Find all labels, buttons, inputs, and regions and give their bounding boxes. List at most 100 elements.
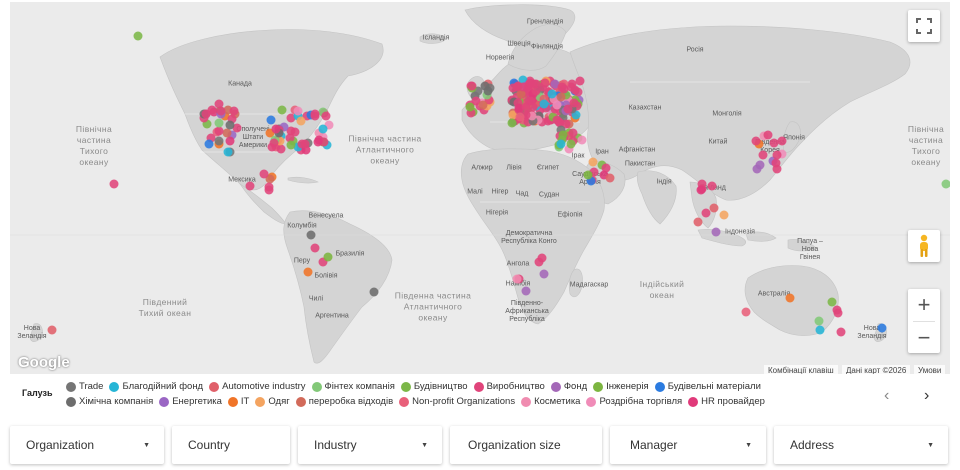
- map-marker[interactable]: [271, 124, 281, 134]
- legend-item[interactable]: Trade: [66, 381, 103, 392]
- filter-manager[interactable]: Manager ▼: [610, 426, 766, 464]
- map-marker[interactable]: [286, 140, 296, 150]
- map-marker[interactable]: [222, 128, 232, 138]
- legend-item[interactable]: IT: [227, 396, 249, 407]
- map-marker[interactable]: [552, 100, 562, 110]
- legend-item[interactable]: Фонд: [550, 381, 587, 392]
- map-marker[interactable]: [512, 82, 522, 92]
- legend-item[interactable]: Хімічна компанія: [66, 396, 153, 407]
- map-marker[interactable]: [313, 137, 323, 147]
- legend-item[interactable]: Енергетика: [159, 396, 222, 407]
- map-marker[interactable]: [547, 89, 557, 99]
- map-marker[interactable]: [214, 136, 224, 146]
- map-marker[interactable]: [269, 138, 279, 148]
- map-marker[interactable]: [225, 120, 235, 130]
- legend-item[interactable]: переробка відходів: [295, 396, 393, 407]
- terms-link[interactable]: Умови: [914, 365, 946, 374]
- map-marker[interactable]: [941, 179, 950, 189]
- legend-item[interactable]: Інженерія: [593, 381, 649, 392]
- map-marker[interactable]: [310, 111, 320, 121]
- legend-item[interactable]: Косметика: [521, 396, 580, 407]
- filter-organization[interactable]: Organization ▼: [10, 426, 164, 464]
- map-marker[interactable]: [264, 182, 274, 192]
- map-marker[interactable]: [771, 158, 781, 168]
- map-marker[interactable]: [300, 139, 310, 149]
- map-marker[interactable]: [777, 136, 787, 146]
- map-marker[interactable]: [133, 31, 143, 41]
- map-marker[interactable]: [575, 76, 585, 86]
- legend-item[interactable]: Благодійний фонд: [109, 381, 203, 392]
- map-marker[interactable]: [827, 297, 837, 307]
- map-marker[interactable]: [229, 106, 239, 116]
- map-marker[interactable]: [540, 78, 550, 88]
- map-marker[interactable]: [321, 111, 331, 121]
- map-marker[interactable]: [214, 118, 224, 128]
- legend-item[interactable]: Non-profit Organizations: [399, 396, 515, 407]
- map-marker[interactable]: [711, 227, 721, 237]
- map-marker[interactable]: [109, 179, 119, 189]
- filter-industry[interactable]: Industry ▼: [298, 426, 442, 464]
- filter-country[interactable]: Country: [172, 426, 290, 464]
- map-marker[interactable]: [696, 185, 706, 195]
- map-marker[interactable]: [232, 123, 242, 133]
- legend-prev-button[interactable]: ‹: [884, 388, 889, 404]
- keyboard-shortcuts-link[interactable]: Комбінації клавіш: [764, 365, 838, 374]
- legend-item[interactable]: Фінтех компанія: [311, 381, 395, 392]
- legend-item[interactable]: Одяг: [255, 396, 290, 407]
- legend-next-button[interactable]: ›: [924, 388, 929, 404]
- map-marker[interactable]: [832, 305, 842, 315]
- legend-item[interactable]: HR провайдер: [688, 396, 765, 407]
- map-marker[interactable]: [465, 102, 475, 112]
- map-marker[interactable]: [557, 82, 567, 92]
- map-marker[interactable]: [245, 181, 255, 191]
- legend-item[interactable]: Будівництво: [400, 381, 468, 392]
- map-marker[interactable]: [369, 287, 379, 297]
- map-marker[interactable]: [306, 230, 316, 240]
- map-marker[interactable]: [310, 243, 320, 253]
- legend-item[interactable]: Automotive industry: [209, 381, 306, 392]
- legend-item[interactable]: Будівельні матеріали: [654, 381, 761, 392]
- map-marker[interactable]: [515, 112, 525, 122]
- map-marker[interactable]: [693, 217, 703, 227]
- map-marker[interactable]: [266, 115, 276, 125]
- map-marker[interactable]: [605, 173, 615, 183]
- legend-item[interactable]: Роздрібна торгівля: [586, 396, 682, 407]
- map-marker[interactable]: [539, 99, 549, 109]
- map-marker[interactable]: [709, 203, 719, 213]
- map-marker[interactable]: [223, 147, 233, 157]
- map-marker[interactable]: [323, 252, 333, 262]
- map-marker[interactable]: [467, 81, 477, 91]
- map-marker[interactable]: [836, 327, 846, 337]
- map-marker[interactable]: [763, 130, 773, 140]
- map-marker[interactable]: [204, 139, 214, 149]
- map-marker[interactable]: [483, 86, 493, 96]
- world-map[interactable]: Північна частина Тихого океану Північна …: [10, 2, 950, 374]
- map-marker[interactable]: [478, 100, 488, 110]
- map-marker[interactable]: [47, 325, 57, 335]
- fullscreen-button[interactable]: [908, 10, 940, 42]
- map-marker[interactable]: [570, 85, 580, 95]
- map-marker[interactable]: [719, 210, 729, 220]
- map-marker[interactable]: [296, 116, 306, 125]
- map-marker[interactable]: [293, 106, 303, 116]
- zoom-out-button[interactable]: −: [908, 322, 940, 354]
- map-marker[interactable]: [303, 267, 313, 277]
- zoom-in-button[interactable]: +: [908, 289, 940, 321]
- map-marker[interactable]: [785, 293, 795, 303]
- map-marker[interactable]: [539, 269, 549, 279]
- map-marker[interactable]: [568, 128, 578, 138]
- map-marker[interactable]: [877, 323, 887, 333]
- map-marker[interactable]: [277, 105, 287, 115]
- map-marker[interactable]: [521, 102, 531, 112]
- map-marker[interactable]: [772, 150, 782, 160]
- map-marker[interactable]: [566, 139, 576, 149]
- map-marker[interactable]: [741, 307, 751, 317]
- map-marker[interactable]: [707, 181, 717, 191]
- map-marker[interactable]: [588, 157, 598, 167]
- map-marker[interactable]: [201, 109, 211, 118]
- map-marker[interactable]: [512, 274, 522, 284]
- map-marker[interactable]: [216, 106, 226, 116]
- map-marker[interactable]: [758, 150, 768, 160]
- map-marker[interactable]: [525, 78, 535, 88]
- map-marker[interactable]: [276, 144, 286, 154]
